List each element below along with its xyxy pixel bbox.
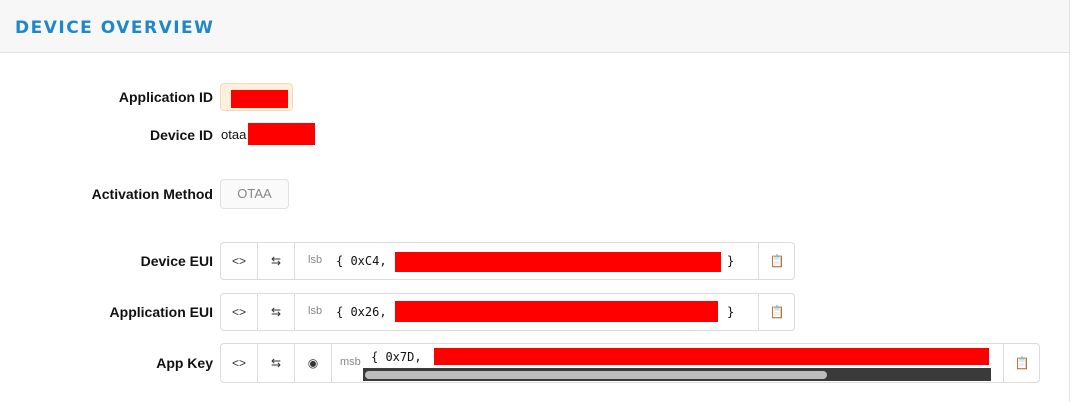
app-key-value: { 0x7D, bbox=[371, 350, 422, 364]
device-eui-value: { 0xC4, bbox=[336, 254, 387, 268]
swap-byte-order-button[interactable]: ⇆ bbox=[258, 344, 295, 382]
activation-method-label: Activation Method bbox=[91, 186, 213, 202]
clipboard-icon: 📋 bbox=[769, 254, 785, 268]
application-id-value[interactable] bbox=[220, 83, 293, 111]
device-id-value: otaa bbox=[221, 127, 247, 142]
device-id-label: Device ID bbox=[149, 127, 213, 143]
horizontal-scrollbar[interactable] bbox=[363, 368, 991, 381]
redacted-device-eui bbox=[395, 252, 721, 272]
app-key-field: <> ⇆ ◉ msb { 0x7D, 📋 bbox=[220, 343, 1040, 383]
activation-method-badge: OTAA bbox=[220, 179, 289, 209]
app-key-label: App Key bbox=[156, 355, 213, 371]
application-eui-field: <> ⇆ lsb { 0x26, } 📋 bbox=[220, 293, 795, 331]
application-eui-label: Application EUI bbox=[109, 304, 213, 320]
panel-border bbox=[1069, 0, 1070, 402]
byte-order-label: lsb bbox=[308, 305, 323, 317]
swap-icon: ⇆ bbox=[270, 254, 282, 268]
code-brackets-icon: <> bbox=[231, 254, 246, 268]
code-brackets-icon: <> bbox=[231, 305, 246, 319]
byte-order-label: msb bbox=[340, 356, 361, 368]
closing-brace: } bbox=[727, 305, 735, 319]
copy-button[interactable]: 📋 bbox=[1003, 344, 1040, 382]
eye-slash-icon: ◉ bbox=[307, 356, 319, 370]
scrollbar-thumb[interactable] bbox=[365, 371, 827, 379]
redacted-application-id bbox=[231, 90, 288, 108]
device-eui-field: <> ⇆ lsb { 0xC4, } 📋 bbox=[220, 242, 795, 280]
swap-byte-order-button[interactable]: ⇆ bbox=[258, 243, 295, 279]
swap-byte-order-button[interactable]: ⇆ bbox=[258, 294, 295, 330]
redacted-app-key bbox=[434, 348, 989, 365]
copy-button[interactable]: 📋 bbox=[758, 243, 795, 279]
section-title: DEVICE OVERVIEW bbox=[15, 18, 215, 38]
application-eui-value: { 0x26, bbox=[336, 305, 387, 319]
toggle-format-button[interactable]: <> bbox=[221, 243, 258, 279]
toggle-format-button[interactable]: <> bbox=[221, 294, 258, 330]
redacted-device-id bbox=[248, 123, 315, 145]
toggle-visibility-button[interactable]: ◉ bbox=[295, 344, 332, 382]
redacted-application-eui bbox=[395, 301, 718, 322]
copy-button[interactable]: 📋 bbox=[758, 294, 795, 330]
byte-order-label: lsb bbox=[308, 254, 323, 266]
swap-icon: ⇆ bbox=[270, 356, 282, 370]
swap-icon: ⇆ bbox=[270, 305, 282, 319]
closing-brace: } bbox=[727, 254, 735, 268]
section-header: DEVICE OVERVIEW bbox=[0, 0, 1069, 53]
toggle-format-button[interactable]: <> bbox=[221, 344, 258, 382]
code-brackets-icon: <> bbox=[231, 356, 246, 370]
device-eui-label: Device EUI bbox=[140, 253, 213, 269]
clipboard-icon: 📋 bbox=[1014, 356, 1030, 370]
clipboard-icon: 📋 bbox=[769, 305, 785, 319]
application-id-label: Application ID bbox=[118, 89, 213, 105]
